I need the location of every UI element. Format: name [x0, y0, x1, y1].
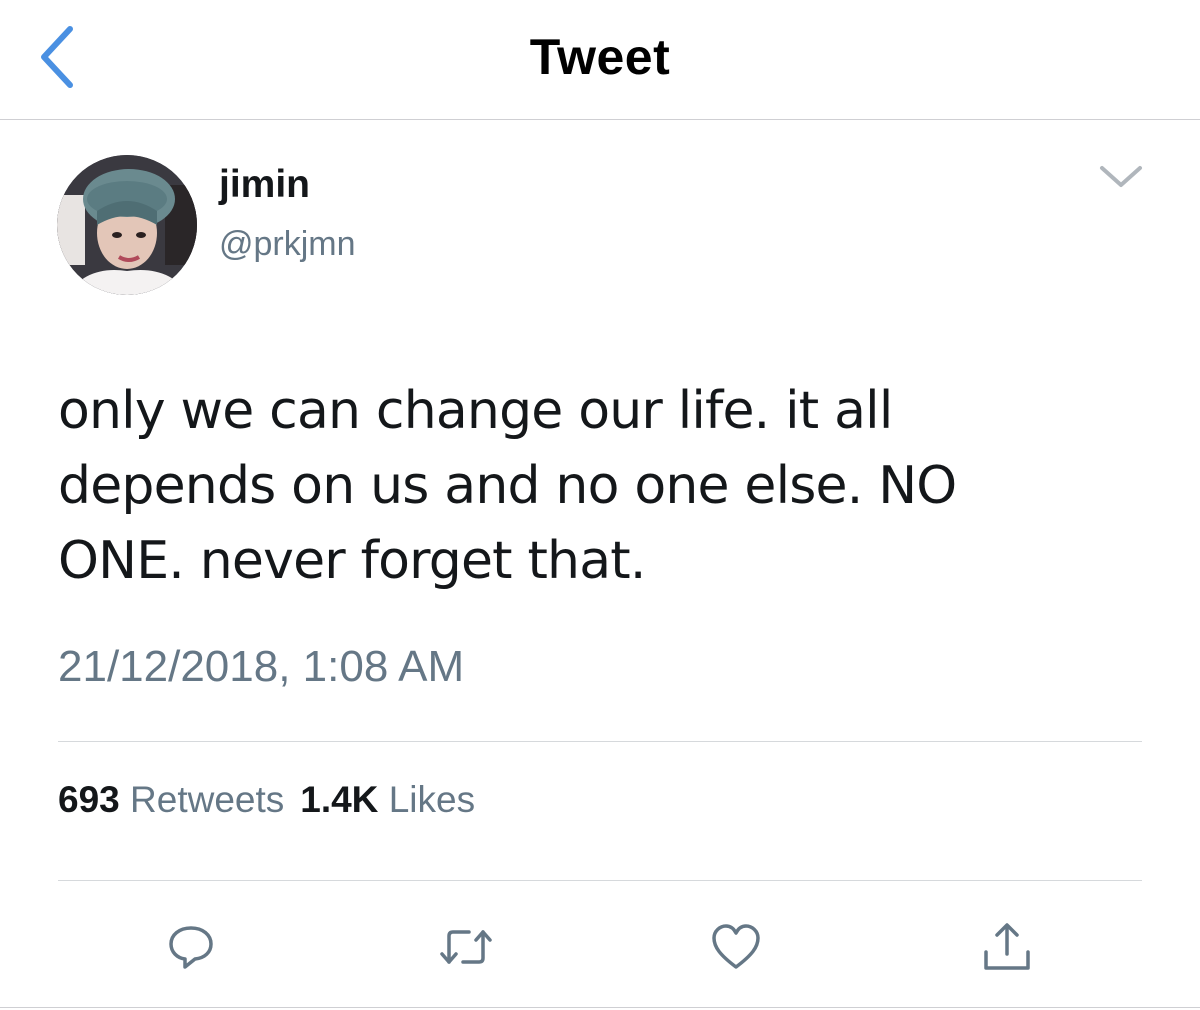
- likes-label: Likes: [388, 779, 476, 820]
- user-handle[interactable]: @prkjmn: [219, 225, 356, 264]
- avatar[interactable]: [57, 155, 197, 295]
- retweets-count: 693: [58, 779, 120, 820]
- tweet-text: only we can change our life. it all depe…: [58, 381, 957, 591]
- share-icon: [984, 923, 1030, 970]
- bottom-border: [0, 1007, 1200, 1008]
- like-button[interactable]: [707, 918, 765, 976]
- navigation-bar: Tweet: [0, 0, 1200, 120]
- display-name[interactable]: jimin: [219, 163, 310, 207]
- retweet-button[interactable]: [437, 918, 495, 976]
- likes-count: 1.4K: [300, 779, 379, 820]
- likes-stat[interactable]: 1.4K Likes: [300, 779, 475, 820]
- divider: [58, 741, 1142, 742]
- share-button[interactable]: [978, 918, 1036, 976]
- tweet-menu-button[interactable]: [1092, 155, 1150, 199]
- chevron-down-icon: [1100, 166, 1142, 187]
- page-title: Tweet: [529, 29, 671, 85]
- retweets-stat[interactable]: 693 Retweets: [58, 779, 284, 820]
- divider: [58, 880, 1142, 881]
- tweet-timestamp: 21/12/2018, 1:08 AM: [58, 642, 465, 691]
- comment-icon: [169, 926, 213, 969]
- avatar-image: [57, 155, 197, 295]
- retweets-label: Retweets: [130, 779, 285, 820]
- heart-icon: [712, 924, 760, 969]
- tweet-stats: 693 Retweets 1.4K Likes: [58, 779, 475, 821]
- reply-button[interactable]: [162, 918, 220, 976]
- retweet-icon: [440, 930, 492, 964]
